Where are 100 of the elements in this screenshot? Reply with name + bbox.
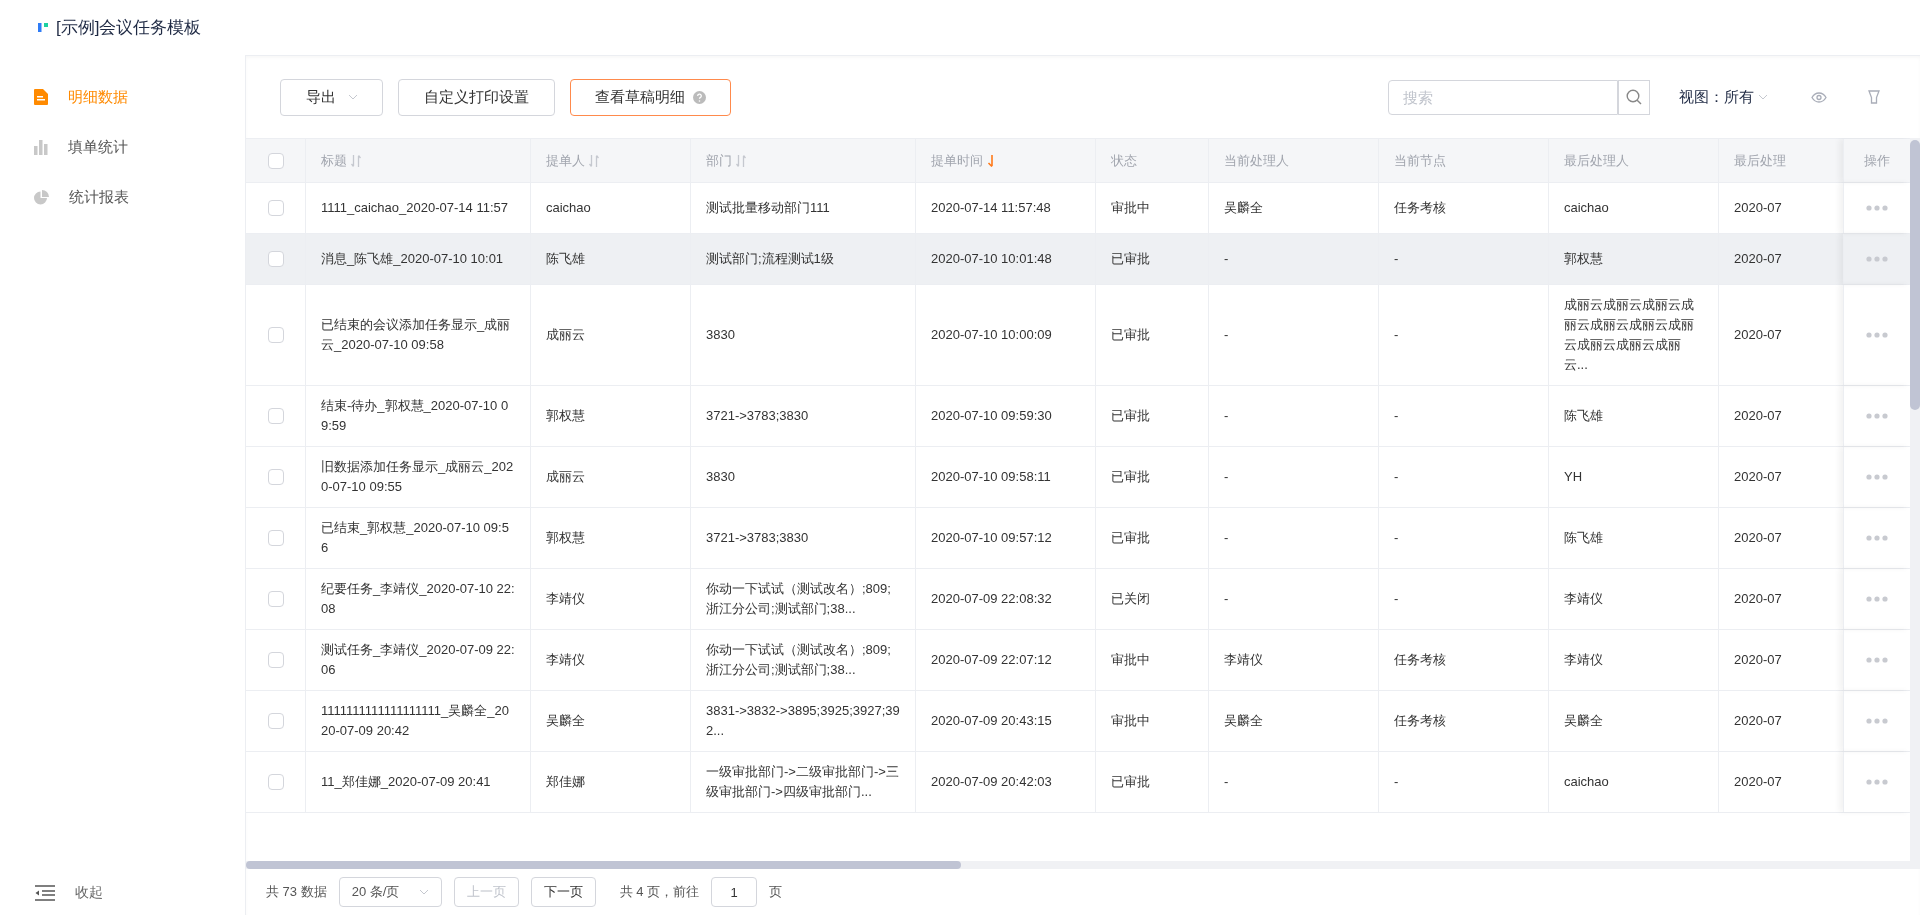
app-title: [示例]会议任务模板 <box>56 16 202 39</box>
table-cell-text: - <box>1224 326 1229 344</box>
more-options-icon[interactable] <box>1866 779 1888 785</box>
column-header[interactable]: 当前处理人 <box>1209 139 1379 182</box>
view-selector[interactable]: 视图：所有 <box>1679 85 1768 109</box>
more-options-icon[interactable] <box>1866 718 1888 724</box>
table-cell-text: 已审批 <box>1111 407 1150 425</box>
table-cell-text: caichao <box>1564 199 1609 217</box>
table-cell-text: 你动一下试试（测试改名）;809;浙江分公司;测试部门;38... <box>706 580 892 618</box>
search-icon <box>1626 89 1642 105</box>
more-options-icon[interactable] <box>1866 256 1888 262</box>
sort-icon[interactable] <box>351 154 361 167</box>
row-checkbox[interactable] <box>267 530 284 546</box>
page-size-select[interactable]: 20 条/页 <box>338 877 442 907</box>
next-page-button[interactable]: 下一页 <box>530 877 596 907</box>
table-cell-text: 3721->3783;3830 <box>706 407 809 425</box>
column-header[interactable]: 最后处理 <box>1719 139 1834 182</box>
row-checkbox[interactable] <box>267 200 284 216</box>
sidebar-item[interactable]: 明细数据 <box>0 72 245 122</box>
sort-icon[interactable] <box>589 154 599 167</box>
column-header[interactable]: 部门 <box>691 139 916 182</box>
row-checkbox[interactable] <box>267 652 284 668</box>
row-checkbox[interactable] <box>267 408 284 424</box>
page-number-field[interactable]: 1 <box>711 877 758 907</box>
print-settings-button[interactable]: 自定义打印设置 <box>398 78 555 116</box>
more-options-icon[interactable] <box>1866 535 1888 541</box>
collapse-button[interactable]: 收起 <box>0 870 245 915</box>
search-button[interactable] <box>1618 79 1650 115</box>
table-cell-text: 陈飞雄 <box>1564 407 1603 425</box>
column-header[interactable]: 提单时间 <box>916 139 1096 182</box>
sort-icon[interactable] <box>736 154 746 167</box>
table-cell-text: 2020-07-10 09:58:11 <box>931 468 1051 486</box>
sidebar-item[interactable]: 统计报表 <box>0 172 245 222</box>
row-checkbox[interactable] <box>267 591 284 607</box>
table-cell-text: 11_郑佳娜_2020-07-09 20:41 <box>321 773 491 791</box>
table-cell-text: 郭权慧 <box>1564 250 1603 268</box>
column-header[interactable]: 标题 <box>306 139 531 182</box>
row-checkbox[interactable] <box>267 152 284 169</box>
table-cell-text: 吴麟全 <box>1564 712 1603 730</box>
table-cell-text: 2020-07 <box>1734 468 1782 486</box>
horizontal-scrollbar[interactable] <box>246 861 1920 869</box>
table-cell-text: 2020-07 <box>1734 651 1782 669</box>
table-cell-text: 3830 <box>706 326 735 344</box>
table-cell-text: - <box>1224 590 1229 608</box>
table-cell-text: 2020-07-10 09:59:30 <box>931 407 1052 425</box>
table-cell-text: - <box>1224 529 1229 547</box>
column-header[interactable]: 提单人 <box>531 139 691 182</box>
search-field[interactable]: 搜索 <box>1388 79 1618 115</box>
table-cell-text: 2020-07-14 11:57:48 <box>931 199 1051 217</box>
column-header[interactable]: 最后处理人 <box>1549 139 1719 182</box>
more-options-icon[interactable] <box>1866 332 1888 338</box>
more-options-icon[interactable] <box>1866 474 1888 480</box>
table-cell-text: 成丽云 <box>546 326 585 344</box>
table-cell-text: - <box>1224 250 1229 268</box>
row-checkbox[interactable] <box>267 251 284 267</box>
more-options-icon[interactable] <box>1866 657 1888 663</box>
table-cell-text: 郭权慧 <box>546 407 585 425</box>
table-cell-text: 3831->3832->3895;3925;3927;392... <box>706 702 900 740</box>
table-cell-text: 2020-07 <box>1734 250 1782 268</box>
table-cell-text: - <box>1394 326 1399 344</box>
table-cell-text: 任务考核 <box>1394 651 1446 669</box>
row-checkbox[interactable] <box>267 774 284 790</box>
row-checkbox[interactable] <box>267 713 284 729</box>
table-cell-text: - <box>1394 529 1399 547</box>
help-icon <box>693 90 706 104</box>
vertical-scrollbar[interactable] <box>1910 138 1920 861</box>
row-checkbox[interactable] <box>267 327 284 343</box>
table-cell-text: 审批中 <box>1111 651 1150 669</box>
view-drafts-button[interactable]: 查看草稿明细 <box>570 78 731 116</box>
more-options-icon[interactable] <box>1866 596 1888 602</box>
export-dropdown[interactable]: 导出 <box>280 78 383 116</box>
column-header[interactable]: 状态 <box>1096 139 1209 182</box>
table-cell-text: 2020-07 <box>1734 199 1782 217</box>
table-cell-text: - <box>1394 250 1399 268</box>
filter-icon[interactable] <box>1868 90 1880 104</box>
table-cell-text: - <box>1394 590 1399 608</box>
column-header[interactable]: 当前节点 <box>1379 139 1549 182</box>
more-options-icon[interactable] <box>1866 413 1888 419</box>
pie-chart-icon <box>34 189 49 205</box>
table-cell-text: 2020-07-09 22:07:12 <box>931 651 1052 669</box>
table-cell-text: 2020-07-09 20:43:15 <box>931 712 1052 730</box>
row-checkbox[interactable] <box>267 469 284 485</box>
table-cell-text: 2020-07-09 20:42:03 <box>931 773 1052 791</box>
sort-descending-icon[interactable] <box>987 154 995 167</box>
chevron-down-icon <box>418 889 429 895</box>
table-cell-text: 已审批 <box>1111 250 1150 268</box>
document-icon <box>34 89 48 105</box>
page-suffix: 页 <box>769 883 783 902</box>
table-cell-text: 郭权慧 <box>546 529 585 547</box>
eye-icon[interactable] <box>1811 91 1827 103</box>
table-cell-text: - <box>1394 468 1399 486</box>
table-cell-text: 已结束_郭权慧_2020-07-10 09:56 <box>321 519 510 557</box>
table-cell-text: 2020-07 <box>1734 529 1782 547</box>
table-cell-text: YH <box>1564 468 1583 486</box>
sidebar-item[interactable]: 填单统计 <box>0 122 245 172</box>
table-cell-text: - <box>1224 407 1229 425</box>
table-cell-text: 已结束的会议添加任务显示_成丽云_2020-07-10 09:58 <box>321 316 512 354</box>
bar-chart-icon <box>34 139 48 155</box>
table-cell-text: - <box>1224 773 1229 791</box>
more-options-icon[interactable] <box>1866 205 1888 211</box>
